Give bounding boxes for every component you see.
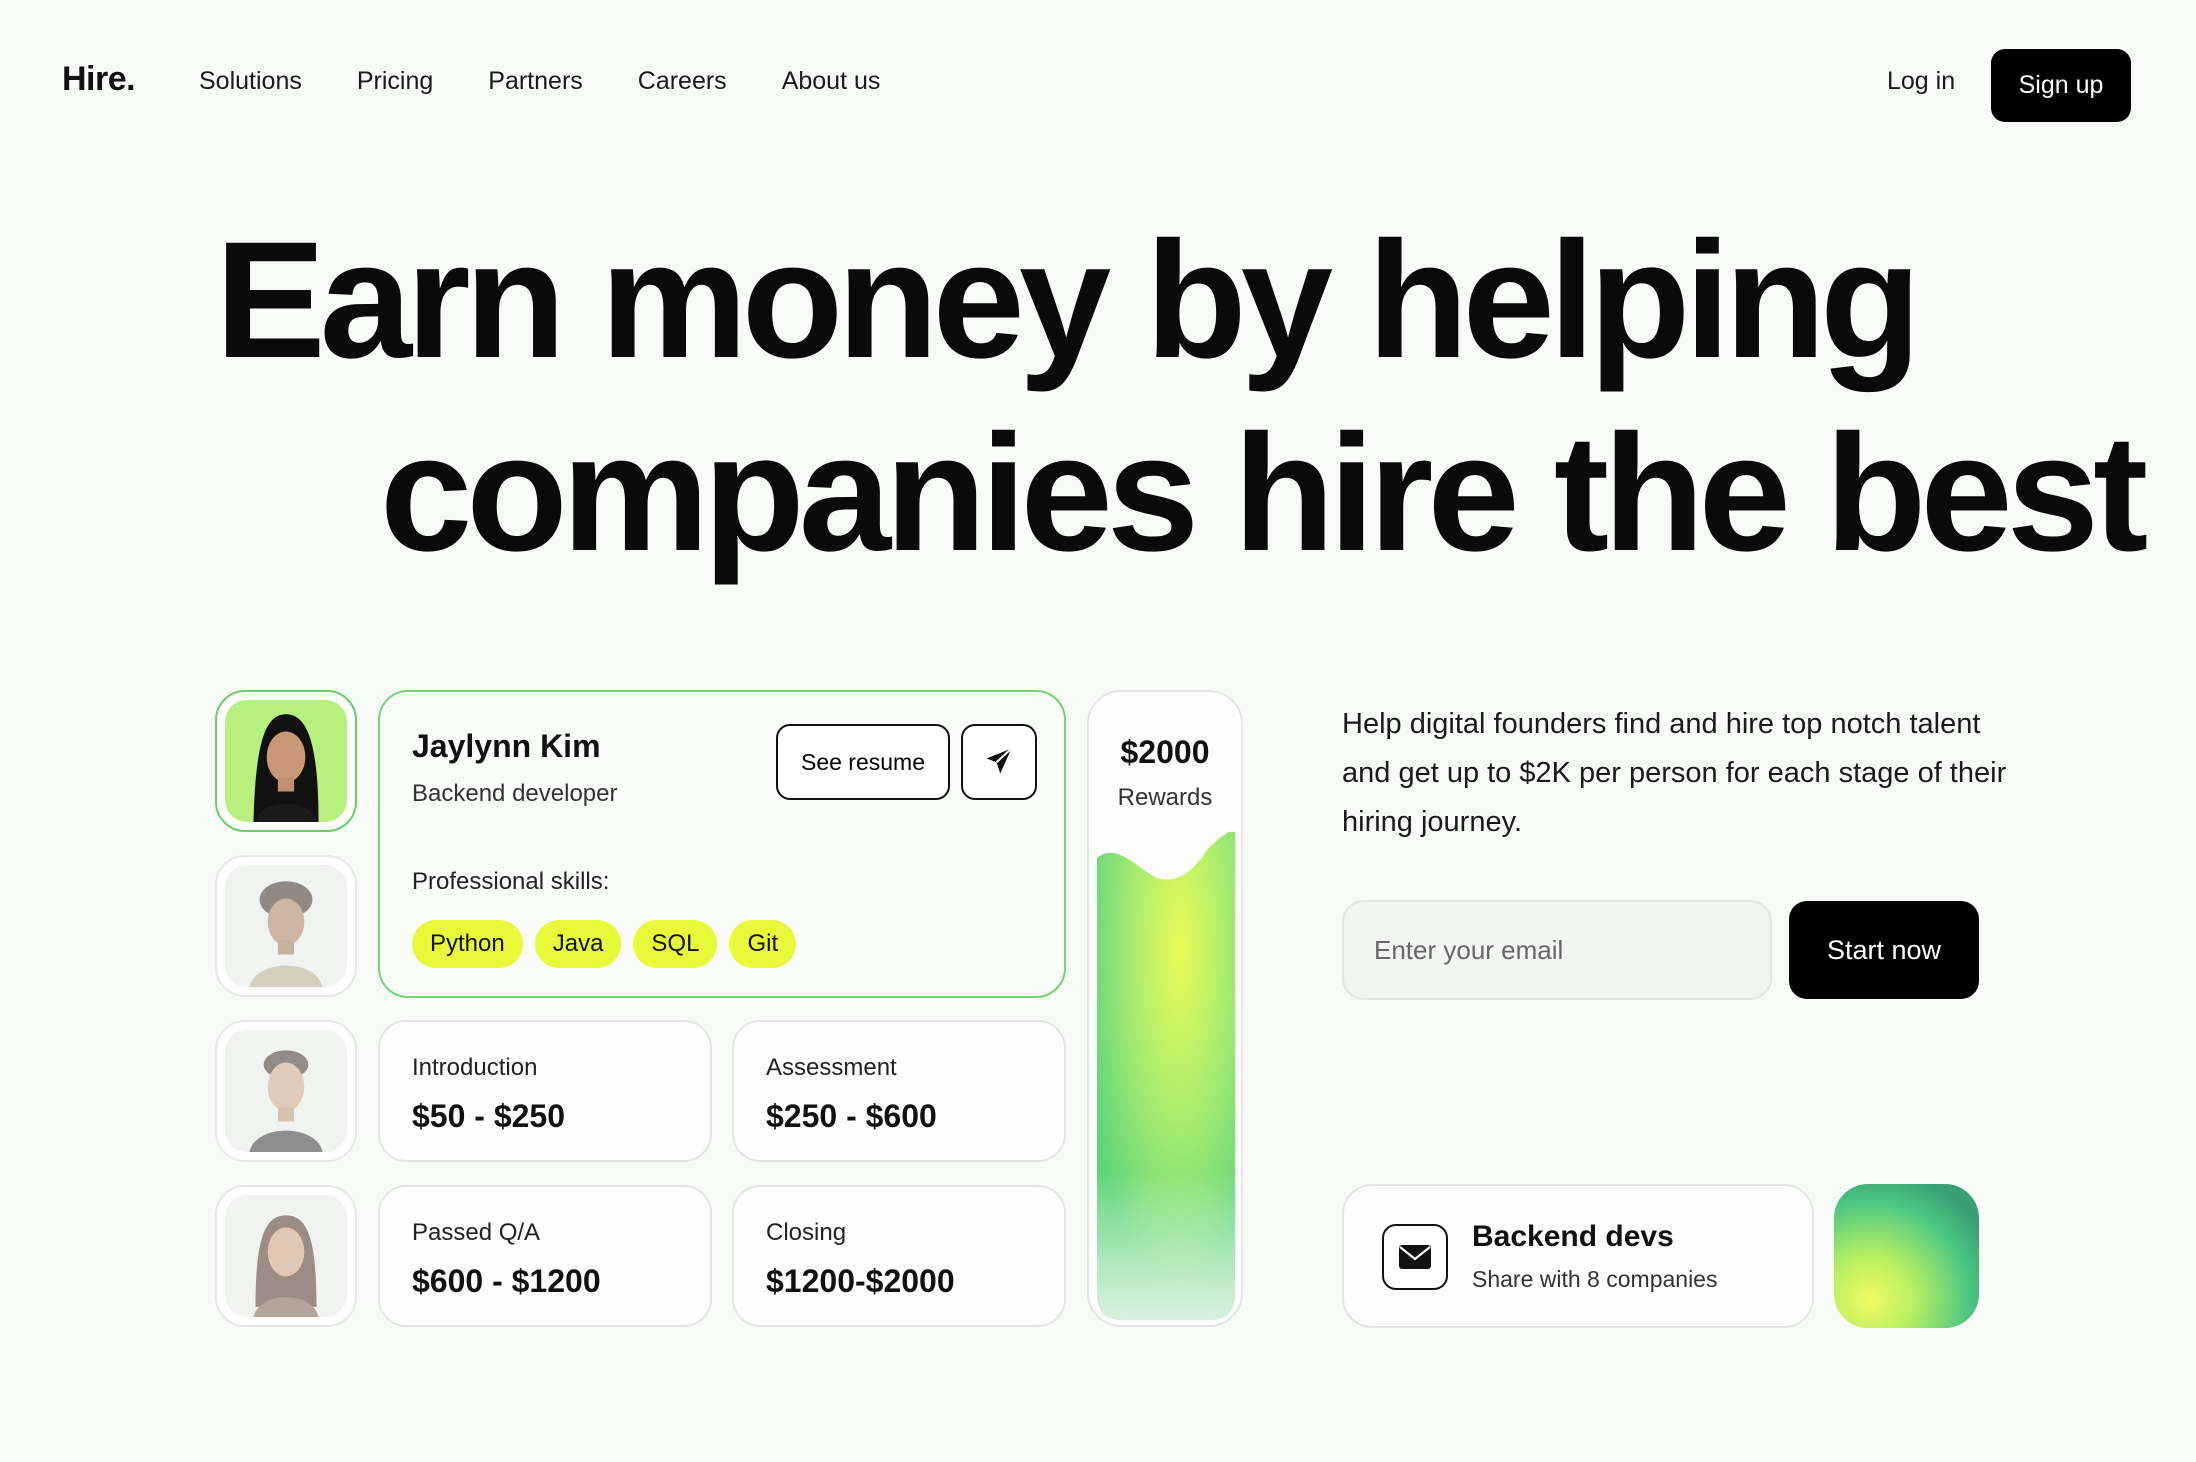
envelope-icon[interactable]	[1382, 1224, 1448, 1290]
candidate-profile-card: Jaylynn Kim Backend developer See resume…	[378, 690, 1066, 998]
gradient-decoration	[1834, 1184, 1979, 1328]
stage-label: Passed Q/A	[412, 1219, 541, 1246]
notification-title: Backend devs	[1472, 1220, 1674, 1253]
landing-page: Hire. Solutions Pricing Partners Careers…	[0, 0, 2196, 1462]
main-nav: Solutions Pricing Partners Careers About…	[199, 67, 935, 96]
share-notification-card: Backend devs Share with 8 companies	[1342, 1184, 1814, 1328]
candidate-photo	[225, 1195, 347, 1317]
stage-label: Closing	[766, 1219, 847, 1246]
stage-card-assessment: Assessment $250 - $600	[732, 1020, 1066, 1162]
paper-plane-icon	[984, 746, 1014, 779]
hero-heading-line-2: companies hire the best	[380, 401, 2148, 586]
rewards-gradient-bar	[1097, 832, 1235, 1320]
avatar-candidate-1[interactable]	[215, 690, 357, 832]
skills-label: Professional skills:	[412, 868, 610, 895]
start-now-button[interactable]: Start now	[1789, 901, 1979, 999]
stage-value: $1200-$2000	[766, 1263, 955, 1299]
stage-card-passed-qa: Passed Q/A $600 - $1200	[378, 1185, 712, 1327]
skill-chip[interactable]: Java	[534, 920, 622, 968]
notification-subtitle: Share with 8 companies	[1472, 1266, 1718, 1292]
candidate-role: Backend developer	[412, 780, 618, 807]
rewards-card: $2000 Rewards	[1087, 690, 1243, 1327]
skills-list: Python Java SQL Git	[412, 920, 797, 968]
rewards-amount: $2000	[1120, 734, 1210, 770]
stage-label: Assessment	[766, 1054, 897, 1081]
hero-heading-line-1: Earn money by helping	[215, 208, 1921, 393]
signup-button[interactable]: Sign up	[1991, 49, 2131, 122]
stage-card-closing: Closing $1200-$2000	[732, 1185, 1066, 1327]
stage-value: $50 - $250	[412, 1098, 566, 1134]
nav-link-pricing[interactable]: Pricing	[357, 67, 433, 96]
nav-link-solutions[interactable]: Solutions	[199, 67, 302, 96]
nav-link-partners[interactable]: Partners	[488, 67, 582, 96]
rewards-label: Rewards	[1117, 784, 1213, 811]
candidate-photo	[225, 865, 347, 987]
logo[interactable]: Hire.	[62, 60, 136, 99]
hero-description: Help digital founders find and hire top …	[1342, 708, 2007, 838]
skill-chip[interactable]: Git	[729, 920, 797, 968]
candidate-photo	[225, 700, 347, 822]
nav-link-careers[interactable]: Careers	[638, 67, 727, 96]
nav-link-about-us[interactable]: About us	[782, 67, 881, 96]
stage-value: $600 - $1200	[412, 1263, 601, 1299]
stage-value: $250 - $600	[766, 1098, 937, 1134]
skill-chip[interactable]: SQL	[633, 920, 718, 968]
avatar-candidate-2[interactable]	[215, 855, 357, 997]
email-field[interactable]	[1342, 900, 1772, 1000]
see-resume-button[interactable]: See resume	[776, 724, 950, 800]
candidate-name: Jaylynn Kim	[412, 728, 601, 764]
login-link[interactable]: Log in	[1887, 67, 1955, 96]
stage-label: Introduction	[412, 1054, 538, 1081]
candidate-photo	[225, 1030, 347, 1152]
send-button[interactable]	[961, 724, 1037, 800]
avatar-candidate-3[interactable]	[215, 1020, 357, 1162]
avatar-candidate-4[interactable]	[215, 1185, 357, 1327]
skill-chip[interactable]: Python	[412, 920, 523, 968]
stage-card-introduction: Introduction $50 - $250	[378, 1020, 712, 1162]
